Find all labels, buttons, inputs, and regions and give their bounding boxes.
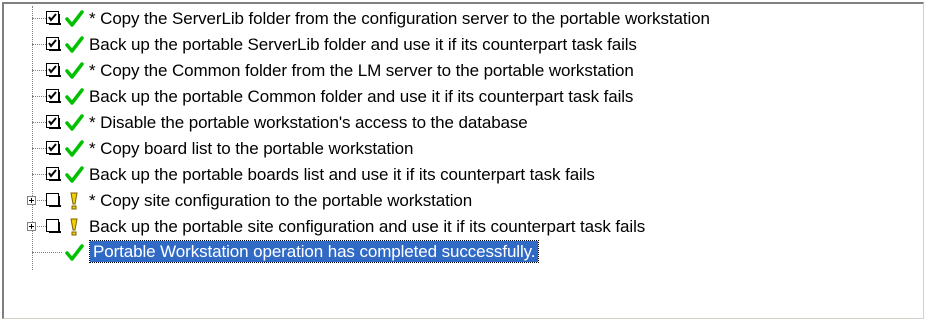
tree-item-label: Back up the portable Common folder and u… [89,87,634,106]
checkbox-checked[interactable] [46,37,61,51]
completion-message: Portable Workstation operation has compl… [88,240,540,263]
tree-item[interactable]: * Disable the portable workstation's acc… [4,110,923,136]
expand-plus-icon[interactable] [27,196,36,205]
check-icon [65,36,84,53]
check-icon [65,88,84,105]
check-icon [65,166,84,183]
checkbox-unchecked[interactable] [46,193,61,207]
tree-connector [32,44,46,45]
checkbox-checked[interactable] [46,11,61,25]
checkbox-checked[interactable] [46,63,61,77]
tree-item[interactable]: * Copy the ServerLib folder from the con… [4,6,923,32]
tree-item-label: Back up the portable boards list and use… [89,165,595,184]
check-icon [65,140,84,157]
check-icon [65,62,84,79]
tree-connector [32,252,62,253]
checkbox-unchecked[interactable] [46,219,61,233]
tree-item[interactable]: Back up the portable Common folder and u… [4,84,923,110]
exclamation-icon [70,192,78,210]
checkbox-checked[interactable] [46,115,61,129]
tree-item[interactable]: Back up the portable boards list and use… [4,162,923,188]
tree-item[interactable]: * Copy site configuration to the portabl… [4,188,923,214]
tree-connector [32,148,46,149]
check-icon [65,114,84,131]
tree-item[interactable]: Back up the portable site configuration … [4,214,923,240]
tree-connector [32,96,46,97]
check-icon [65,244,84,261]
tree-connector [32,18,46,19]
task-tree[interactable]: * Copy the ServerLib folder from the con… [2,2,924,319]
tree-connector [32,70,46,71]
tree-item[interactable]: Back up the portable ServerLib folder an… [4,32,923,58]
check-icon [65,10,84,27]
tree-item-label: Back up the portable ServerLib folder an… [89,35,637,54]
tree-connector [32,174,46,175]
tree-item[interactable]: * Copy board list to the portable workst… [4,136,923,162]
tree-connector [32,122,46,123]
tree-item-label: * Copy board list to the portable workst… [89,139,414,158]
tree-item-label: Back up the portable site configuration … [89,217,646,236]
tree-item-label: * Copy site configuration to the portabl… [89,191,473,210]
checkbox-checked[interactable] [46,89,61,103]
tree-item[interactable]: * Copy the Common folder from the LM ser… [4,58,923,84]
tree-item-label: * Copy the Common folder from the LM ser… [89,61,634,80]
tree-item-label: * Copy the ServerLib folder from the con… [89,9,710,28]
tree-item-label: * Disable the portable workstation's acc… [89,113,528,132]
tree-item-final[interactable]: Portable Workstation operation has compl… [4,240,923,266]
exclamation-icon [70,218,78,236]
checkbox-checked[interactable] [46,167,61,181]
checkbox-checked[interactable] [46,141,61,155]
expand-plus-icon[interactable] [27,222,36,231]
